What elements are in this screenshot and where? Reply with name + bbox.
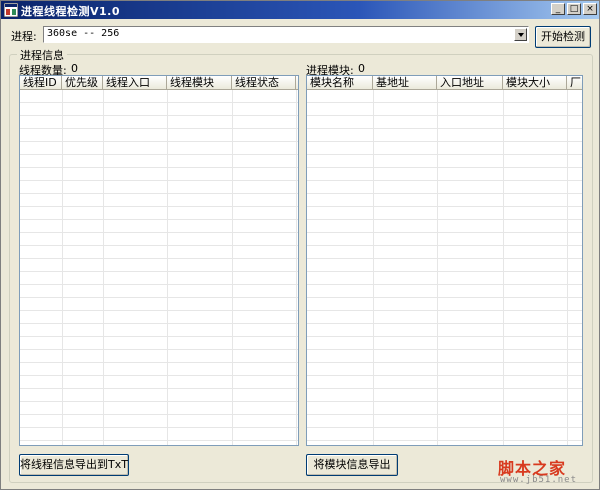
thread-grid-line [296,90,297,445]
module-col-name[interactable]: 模块名称 [307,76,373,90]
module-col-base[interactable]: 基地址 [373,76,437,90]
thread-grid-line [103,90,104,445]
module-list[interactable]: 模块名称 基地址 入口地址 模块大小 厂 [306,75,583,446]
process-select-value: 360se -- 256 [47,28,120,39]
module-grid-line [437,90,438,445]
site-watermark: 脚本之家 www.jb51.net [498,453,598,489]
thread-list[interactable]: 线程ID 优先级 线程入口 线程模块 线程状态 [19,75,299,446]
app-icon [4,3,18,17]
module-list-body[interactable] [307,90,582,445]
thread-col-id[interactable]: 线程ID [20,76,62,90]
module-list-header: 模块名称 基地址 入口地址 模块大小 厂 [307,76,582,90]
module-col-entry[interactable]: 入口地址 [437,76,503,90]
start-detect-button[interactable]: 开始检测 [535,26,591,48]
maximize-button[interactable]: □ [567,3,581,15]
title-bar[interactable]: 进程线程检测V1.0 _ □ × [1,1,599,19]
window-title: 进程线程检测V1.0 [21,5,120,18]
thread-grid-line [167,90,168,445]
main-window: 进程线程检测V1.0 _ □ × 进程: 360se -- 256 开始检测 进… [0,0,600,490]
module-grid-line [373,90,374,445]
export-threads-button[interactable]: 将线程信息导出到TxT [19,454,129,476]
thread-col-filler [296,76,298,90]
minimize-button[interactable]: _ [551,3,565,15]
dropdown-arrow-icon[interactable] [514,28,527,41]
window-controls: _ □ × [551,3,597,15]
process-select[interactable]: 360se -- 256 [43,26,529,43]
watermark-url: www.jb51.net [500,475,578,485]
thread-col-priority[interactable]: 优先级 [62,76,103,90]
thread-grid-line [232,90,233,445]
process-label: 进程: [11,30,37,43]
module-count-value: 0 [358,62,365,75]
export-modules-button[interactable]: 将模块信息导出 [306,454,398,476]
thread-col-module[interactable]: 线程模块 [167,76,232,90]
module-col-size[interactable]: 模块大小 [503,76,567,90]
module-col-vendor[interactable]: 厂 [567,76,582,90]
process-info-group-title: 进程信息 [17,47,67,63]
thread-count-value: 0 [71,62,78,75]
close-button[interactable]: × [583,3,597,15]
module-grid-line [567,90,568,445]
thread-list-header: 线程ID 优先级 线程入口 线程模块 线程状态 [20,76,298,90]
thread-grid-line [62,90,63,445]
thread-col-state[interactable]: 线程状态 [232,76,296,90]
thread-col-entry[interactable]: 线程入口 [103,76,167,90]
module-grid-line [503,90,504,445]
